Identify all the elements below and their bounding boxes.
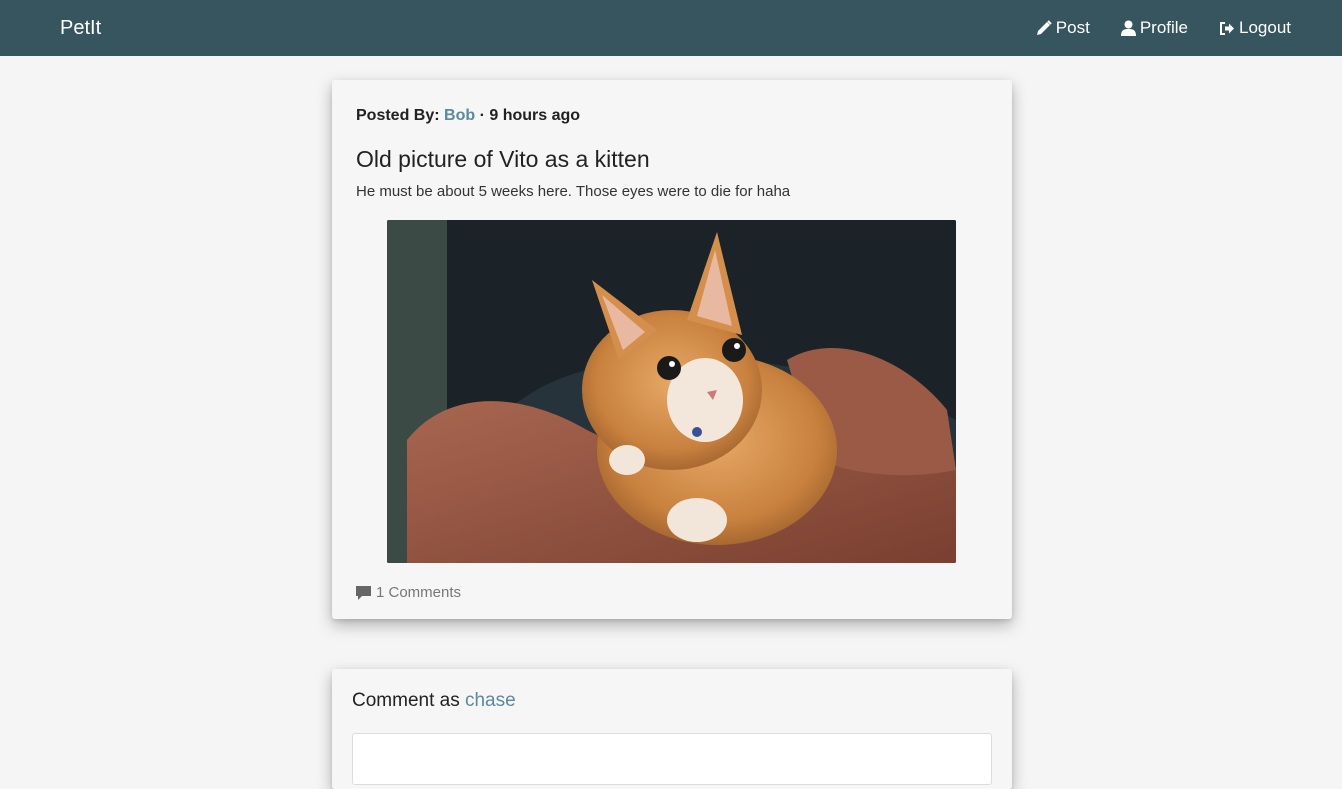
comment-textarea[interactable] [352, 733, 992, 785]
posted-by-label: Posted By: [356, 107, 440, 124]
logout-icon [1220, 21, 1234, 35]
nav-profile-link[interactable]: Profile [1120, 17, 1188, 39]
kitten-photo [387, 220, 956, 563]
nav-links: Post Profile Logout [1005, 17, 1291, 39]
comments-count: 1 Comments [376, 584, 462, 601]
pencil-icon [1036, 20, 1052, 35]
nav-logout-link[interactable]: Logout [1219, 17, 1291, 39]
nav-post-link[interactable]: Post [1036, 17, 1090, 39]
comments-link[interactable]: 1 Comments [355, 584, 461, 601]
comment-icon [356, 585, 371, 600]
nav-post-label: Post [1055, 18, 1090, 37]
post-card: Posted By: Bob · 9 hours ago Old picture… [332, 80, 1012, 619]
post-author-link[interactable]: Bob [444, 107, 475, 124]
comment-username[interactable]: chase [465, 690, 516, 711]
top-navbar: PetIt Post Profile Logout [0, 0, 1342, 56]
post-title: Old picture of Vito as a kitten [356, 146, 650, 172]
post-meta: Posted By: Bob · 9 hours ago [356, 106, 580, 126]
post-image[interactable] [387, 220, 956, 563]
user-icon [1120, 20, 1136, 36]
comment-as-label: Comment as [352, 690, 460, 711]
nav-logout-label: Logout [1239, 18, 1291, 37]
post-body: He must be about 5 weeks here. Those eye… [356, 183, 791, 200]
comment-heading: Comment as chase [352, 689, 516, 713]
comment-form-card: Comment as chase [332, 669, 1012, 789]
meta-separator: · [479, 107, 485, 124]
post-time: 9 hours ago [489, 107, 581, 124]
brand-logo[interactable]: PetIt [60, 16, 101, 40]
nav-profile-label: Profile [1139, 18, 1188, 37]
